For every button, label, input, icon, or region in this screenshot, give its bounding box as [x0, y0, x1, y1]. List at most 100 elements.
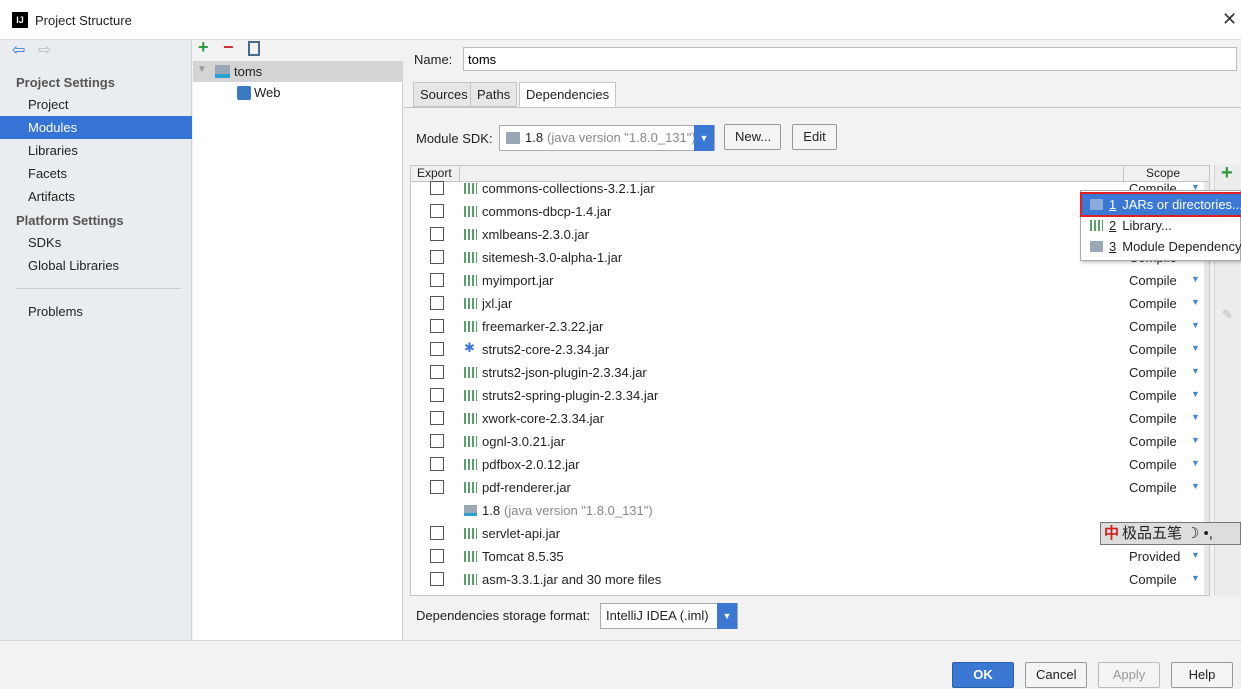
dialog-buttons: OK Cancel Apply Help	[0, 640, 1241, 689]
export-checkbox[interactable]	[430, 250, 444, 264]
export-checkbox[interactable]	[430, 457, 444, 471]
export-checkbox[interactable]	[430, 388, 444, 402]
chevron-down-icon[interactable]: ▼	[1191, 320, 1200, 330]
tab-dependencies[interactable]: Dependencies	[519, 82, 617, 107]
tab-sources[interactable]: Sources	[413, 82, 475, 107]
dependency-name: myimport.jar	[482, 273, 554, 288]
export-checkbox[interactable]	[430, 480, 444, 494]
table-row[interactable]: struts2-json-plugin-2.3.34.jar Compile ▼	[411, 361, 1209, 384]
expand-arrow-icon[interactable]: ▼	[197, 64, 207, 75]
scope-select[interactable]: Compile	[1129, 365, 1177, 380]
chevron-down-icon[interactable]: ▼	[1191, 573, 1200, 583]
scope-select[interactable]: Compile	[1129, 572, 1177, 587]
ok-button[interactable]: OK	[952, 662, 1014, 688]
moon-icon[interactable]: ☽	[1182, 525, 1203, 542]
sidebar-item-problems[interactable]: Problems	[0, 300, 192, 323]
punctuation-icon[interactable]: •,	[1203, 525, 1212, 542]
edit-pencil-icon[interactable]: ✎	[1222, 307, 1233, 323]
export-checkbox[interactable]	[430, 342, 444, 356]
add-dependency-icon[interactable]: +	[1221, 162, 1233, 185]
tree-node-toms[interactable]: ▼ toms	[193, 61, 403, 82]
tab-paths[interactable]: Paths	[470, 82, 518, 107]
export-checkbox[interactable]	[430, 204, 444, 218]
table-row[interactable]: freemarker-2.3.22.jar Compile ▼	[411, 315, 1209, 338]
export-checkbox[interactable]	[430, 273, 444, 287]
dependency-name: struts2-json-plugin-2.3.34.jar	[482, 365, 647, 380]
chevron-down-icon[interactable]: ▼	[1191, 435, 1200, 445]
intellij-logo-icon: IJ	[12, 12, 28, 28]
export-checkbox[interactable]	[430, 411, 444, 425]
apply-button[interactable]: Apply	[1098, 662, 1160, 688]
edit-sdk-button[interactable]: Edit	[792, 124, 837, 150]
export-checkbox[interactable]	[430, 181, 444, 195]
cancel-button[interactable]: Cancel	[1025, 662, 1087, 688]
scope-select[interactable]: Compile	[1129, 342, 1177, 357]
sdk-value: 1.8	[525, 130, 544, 145]
forward-arrow-icon[interactable]: ⇨	[38, 40, 51, 60]
section-project-settings: Project Settings	[16, 75, 115, 90]
module-name-input[interactable]	[463, 47, 1237, 71]
new-sdk-button[interactable]: New...	[724, 124, 781, 150]
table-row[interactable]: ✱ struts2-core-2.3.34.jar Compile ▼	[411, 338, 1209, 361]
chevron-down-icon[interactable]: ▼	[1191, 274, 1200, 284]
chevron-down-icon[interactable]: ▼	[1191, 550, 1200, 560]
storage-format-label: Dependencies storage format:	[416, 608, 591, 623]
export-checkbox[interactable]	[430, 365, 444, 379]
table-row[interactable]: asm-3.3.1.jar and 30 more files Compile ▼	[411, 568, 1209, 591]
tree-node-web[interactable]: Web	[193, 82, 403, 103]
scope-select[interactable]: Compile	[1129, 434, 1177, 449]
remove-icon[interactable]: −	[223, 37, 234, 58]
export-checkbox[interactable]	[430, 434, 444, 448]
help-button[interactable]: Help	[1171, 662, 1233, 688]
chevron-down-icon[interactable]: ▼	[1191, 481, 1200, 491]
export-checkbox[interactable]	[430, 296, 444, 310]
close-icon[interactable]: ✕	[1222, 9, 1237, 30]
menu-item-library[interactable]: 2 Library...	[1082, 215, 1241, 236]
add-icon[interactable]: +	[198, 37, 209, 58]
storage-format-select[interactable]: IntelliJ IDEA (.iml) ▼	[600, 603, 738, 629]
scope-select[interactable]: Compile	[1129, 273, 1177, 288]
chevron-down-icon[interactable]: ▼	[1191, 343, 1200, 353]
chevron-down-icon[interactable]: ▼	[1191, 389, 1200, 399]
table-row[interactable]: struts2-spring-plugin-2.3.34.jar Compile ▼	[411, 384, 1209, 407]
chevron-down-icon[interactable]: ▼	[1191, 297, 1200, 307]
menu-item-jars[interactable]: 1 JARs or directories...	[1080, 192, 1241, 217]
table-row[interactable]: pdfbox-2.0.12.jar Compile ▼	[411, 453, 1209, 476]
chevron-down-icon[interactable]: ▼	[1191, 458, 1200, 468]
table-row[interactable]: pdf-renderer.jar Compile ▼	[411, 476, 1209, 499]
sidebar-item-facets[interactable]: Facets	[0, 162, 192, 185]
scope-select[interactable]: Compile	[1129, 319, 1177, 334]
table-row[interactable]: Tomcat 8.5.35 Provided ▼	[411, 545, 1209, 568]
table-row[interactable]: 1.8 (java version "1.8.0_131")	[411, 499, 1209, 522]
scope-select[interactable]: Compile	[1129, 296, 1177, 311]
menu-item-module-dependency[interactable]: 3 Module Dependency	[1082, 236, 1241, 257]
export-checkbox[interactable]	[430, 319, 444, 333]
dependency-name: pdfbox-2.0.12.jar	[482, 457, 580, 472]
back-arrow-icon[interactable]: ⇦	[12, 40, 25, 60]
sidebar-item-modules[interactable]: Modules	[0, 116, 192, 139]
scope-select[interactable]: Compile	[1129, 388, 1177, 403]
sidebar-item-artifacts[interactable]: Artifacts	[0, 185, 192, 208]
tab-divider	[404, 107, 1241, 108]
table-row[interactable]: ognl-3.0.21.jar Compile ▼	[411, 430, 1209, 453]
chevron-down-icon[interactable]: ▼	[1191, 412, 1200, 422]
sidebar-item-project[interactable]: Project	[0, 93, 192, 116]
scope-select[interactable]: Compile	[1129, 480, 1177, 495]
export-checkbox[interactable]	[430, 572, 444, 586]
sidebar-item-libraries[interactable]: Libraries	[0, 139, 192, 162]
export-checkbox[interactable]	[430, 549, 444, 563]
copy-icon[interactable]	[248, 41, 260, 56]
chevron-down-icon[interactable]: ▼	[1191, 366, 1200, 376]
table-row[interactable]: servlet-api.jar	[411, 522, 1209, 545]
table-row[interactable]: myimport.jar Compile ▼	[411, 269, 1209, 292]
sidebar-item-sdks[interactable]: SDKs	[0, 231, 192, 254]
module-sdk-select[interactable]: 1.8 (java version "1.8.0_131") ▼	[499, 125, 715, 151]
scope-select[interactable]: Compile	[1129, 457, 1177, 472]
table-row[interactable]: jxl.jar Compile ▼	[411, 292, 1209, 315]
export-checkbox[interactable]	[430, 227, 444, 241]
export-checkbox[interactable]	[430, 526, 444, 540]
sidebar-item-global-libraries[interactable]: Global Libraries	[0, 254, 192, 277]
scope-select[interactable]: Compile	[1129, 411, 1177, 426]
scope-select[interactable]: Provided	[1129, 549, 1180, 564]
table-row[interactable]: xwork-core-2.3.34.jar Compile ▼	[411, 407, 1209, 430]
